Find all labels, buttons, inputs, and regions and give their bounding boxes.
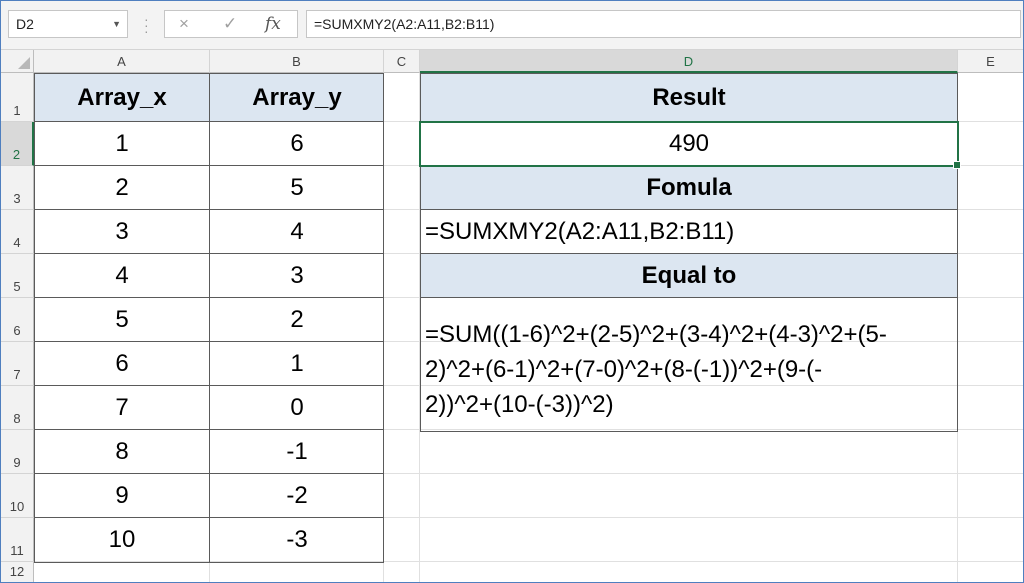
active-cell-selection[interactable] [419,121,961,169]
chevron-down-icon[interactable]: ▼ [112,11,121,37]
table-divider [34,473,384,474]
name-box-value: D2 [16,16,34,32]
panel-divider [420,253,958,254]
row-header-3[interactable]: 3 [1,166,34,210]
panel-divider [420,297,958,298]
formula-bar: D2 ▼ · · · × ✓ fx =SUMXMY2(A2:A11,B2:B11) [1,1,1023,50]
row-header-1[interactable]: 1 [1,73,34,122]
enter-icon[interactable]: ✓ [223,14,237,34]
row-header-12[interactable]: 12 [1,562,34,582]
row-header-10[interactable]: 10 [1,474,34,518]
table-divider [34,341,384,342]
table-divider [34,209,384,210]
table-divider [34,165,384,166]
column-header-c[interactable]: C [384,50,420,73]
row-header-7[interactable]: 7 [1,342,34,386]
insert-function-icon[interactable]: fx [265,14,281,34]
table-divider [34,297,384,298]
column-header-a[interactable]: A [34,50,210,73]
table-divider [34,429,384,430]
select-all-triangle-icon [18,57,30,69]
fill-handle[interactable] [953,161,961,169]
row-header-8[interactable]: 8 [1,386,34,430]
column-header-d[interactable]: D [420,50,958,73]
excel-window: D2 ▼ · · · × ✓ fx =SUMXMY2(A2:A11,B2:B11) … [0,0,1024,583]
row-header-5[interactable]: 5 [1,254,34,298]
table-divider [34,385,384,386]
cancel-icon[interactable]: × [179,14,189,34]
select-all-button[interactable] [1,50,34,73]
row-header-2[interactable]: 2 [1,122,34,166]
panel-divider [420,209,958,210]
table-divider [209,73,210,563]
row-header-9[interactable]: 9 [1,430,34,474]
formula-actions: × ✓ fx [164,10,298,38]
row-header-4[interactable]: 4 [1,210,34,254]
more-options-icon: · · · [144,11,149,39]
row-header-6[interactable]: 6 [1,298,34,342]
table-divider [34,121,384,122]
table-divider [34,517,384,518]
column-header-e[interactable]: E [958,50,1023,73]
table-divider [34,253,384,254]
formula-input[interactable]: =SUMXMY2(A2:A11,B2:B11) [306,10,1021,38]
name-box[interactable]: D2 ▼ [8,10,128,38]
row-header-11[interactable]: 11 [1,518,34,562]
column-header-b[interactable]: B [210,50,384,73]
